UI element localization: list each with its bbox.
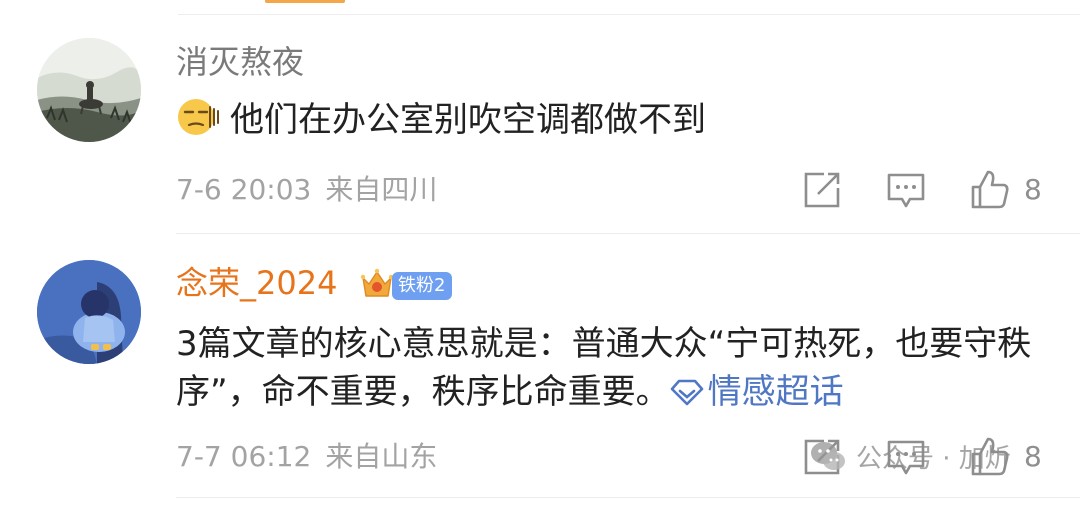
comment-text: 3篇文章的核心意思就是：普通大众“宁可热死，也要守秩序”，命不重要，秩序比命重要… (176, 320, 1036, 416)
username[interactable]: 消灭熬夜 (176, 42, 304, 82)
crown-badge-icon (359, 266, 395, 302)
comment-time: 7-7 06:12 (176, 440, 312, 473)
comment-meta: 7-7 06:12 来自山东 (176, 439, 437, 475)
share-button[interactable] (800, 168, 844, 212)
comment-body: 3篇文章的核心意思就是：普通大众“宁可热死，也要守秩序”，命不重要，秩序比命重要… (176, 324, 1032, 412)
diamond-icon (670, 371, 704, 406)
share-icon (804, 172, 840, 208)
like-button[interactable] (968, 168, 1012, 212)
topic-link-label: 情感超话 (707, 372, 844, 412)
comment-item: 消灭熬夜 他们在办公室别吹空调都做不到 7-6 20:03 来自四川 8 (0, 30, 1080, 246)
username[interactable]: 念荣_2024 (176, 263, 337, 303)
comment-button[interactable] (884, 168, 928, 212)
watermark: 公众号 · 加炘 (808, 436, 1011, 476)
like-count: 8 (1024, 173, 1042, 206)
like-count: 8 (1024, 440, 1042, 473)
smirk-emoji-icon (176, 97, 222, 137)
comment-divider (176, 497, 1080, 498)
comment-list-page: 消灭熬夜 他们在办公室别吹空调都做不到 7-6 20:03 来自四川 8 念荣_… (0, 0, 1080, 508)
top-divider (178, 14, 1080, 15)
comment-body: 他们在办公室别吹空调都做不到 (230, 100, 706, 140)
comment-icon (887, 173, 925, 208)
comment-location: 来自四川 (325, 173, 438, 206)
wechat-logo-icon (811, 442, 845, 470)
top-badge-fragment (265, 0, 345, 3)
topic-link[interactable]: 情感超话 (670, 372, 844, 412)
comment-text: 他们在办公室别吹空调都做不到 (176, 96, 1036, 144)
fan-level-badge: 铁粉2 (392, 272, 453, 300)
comment-meta: 7-6 20:03 来自四川 (176, 172, 437, 208)
comment-time: 7-6 20:03 (176, 173, 312, 206)
thumbs-up-icon (971, 170, 1009, 209)
watermark-text: 公众号 · 加炘 (856, 443, 1011, 474)
comment-location: 来自山东 (325, 440, 438, 473)
comment-divider (176, 233, 1080, 234)
user-avatar[interactable] (37, 38, 141, 142)
user-avatar[interactable] (37, 260, 141, 364)
